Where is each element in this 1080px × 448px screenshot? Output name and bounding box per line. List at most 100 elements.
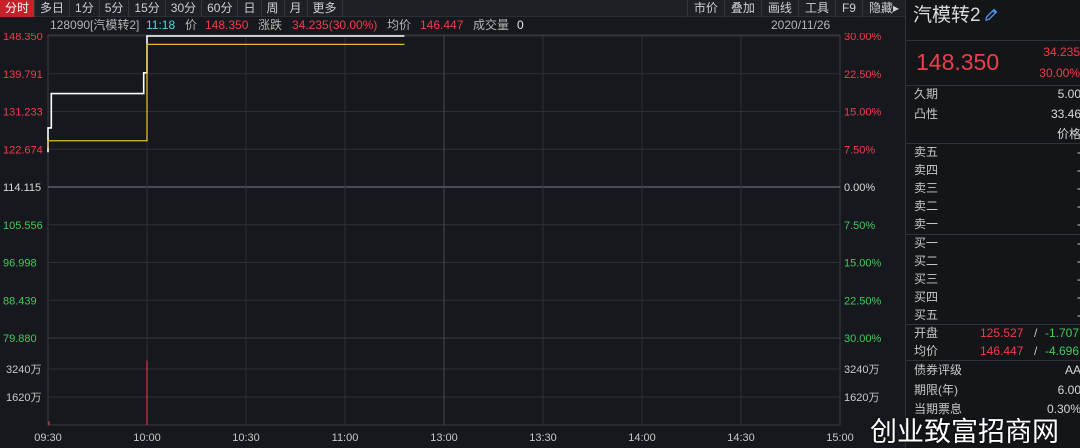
price-label: 价 xyxy=(185,18,198,32)
price-tick-label: 79.880 xyxy=(3,333,37,345)
volume-tick-label: 1620万 xyxy=(844,392,879,404)
quote-info-bar: 128090[汽模转2] 11:18 价 148.350 涨跌 34.235(3… xyxy=(0,17,905,33)
price-tick-label: 114.115 xyxy=(3,182,41,194)
tab-multi-day[interactable]: 多日 xyxy=(35,0,71,17)
ask-row-2[interactable]: 卖二- xyxy=(906,198,1080,215)
open-price: 125.527 xyxy=(980,326,1024,340)
open-separator: / xyxy=(1034,326,1038,340)
time-tick-label: 10:00 xyxy=(133,432,161,444)
ask-row-5[interactable]: 卖五- xyxy=(906,144,1080,161)
bid-row-4[interactable]: 买四- xyxy=(906,289,1080,306)
time-tick-label: 09:30 xyxy=(34,432,62,444)
price-tick-label: 105.556 xyxy=(3,220,43,232)
ask-label: 卖二 xyxy=(914,199,939,213)
last-price: 148.350 xyxy=(916,49,1000,75)
tab-day[interactable]: 日 xyxy=(238,0,262,17)
price-value: 148.350 xyxy=(205,18,249,32)
chart-toolbar: 市价 叠加 画线 工具 F9 隐藏▸ xyxy=(686,0,905,17)
avg-row: 均价 146.447 / -4.696 xyxy=(906,343,1080,360)
pencil-icon[interactable] xyxy=(983,7,999,29)
pct-tick-label: 22.50% xyxy=(844,295,882,307)
order-book-header: 价格 xyxy=(906,126,1080,143)
time-tick-label: 13:30 xyxy=(529,432,557,444)
bid-label: 买五 xyxy=(914,308,939,322)
bid-row-1[interactable]: 买一- xyxy=(906,235,1080,252)
tab-5min[interactable]: 5分 xyxy=(100,0,130,17)
time-tick-label: 13:00 xyxy=(430,432,458,444)
quote-time: 11:18 xyxy=(146,18,176,32)
stat-row-rating: 债券评级 AA xyxy=(906,362,1080,379)
tab-15min[interactable]: 15分 xyxy=(129,0,166,17)
tab-week[interactable]: 周 xyxy=(262,0,285,17)
security-title: 汽模转2 xyxy=(913,0,999,29)
intraday-chart[interactable]: 148.350 139.791 131.233 122.674 114.115 105.5… xyxy=(0,33,905,448)
volume-tick-label: 3240万 xyxy=(844,364,879,376)
tab-1min[interactable]: 1分 xyxy=(70,0,100,17)
stat-label: 凸性 xyxy=(914,107,939,121)
price-tick-label: 88.439 xyxy=(3,295,37,307)
stat-label: 久期 xyxy=(914,87,939,101)
tab-60min[interactable]: 60分 xyxy=(202,0,239,17)
market-price-button[interactable]: 市价 xyxy=(686,0,724,17)
tab-more[interactable]: 更多 xyxy=(308,0,343,17)
ask-row-3[interactable]: 卖三- xyxy=(906,180,1080,197)
quote-date: 2020/11/26 xyxy=(771,18,831,32)
change-absolute: 34.235 xyxy=(1043,45,1080,59)
ask-row-1[interactable]: 卖一- xyxy=(906,216,1080,233)
stat-row-term: 期限(年) 6.00 xyxy=(906,382,1080,399)
volume-tick-label: 1620万 xyxy=(6,392,41,404)
pct-tick-label: 15.00% xyxy=(844,107,882,119)
change-percent: 30.00% xyxy=(1039,66,1080,80)
change-value: 34.235(30.00%) xyxy=(292,18,378,32)
security-name: 汽模转2 xyxy=(913,5,981,26)
price-tick-label: 139.791 xyxy=(3,69,43,81)
tab-30min[interactable]: 30分 xyxy=(166,0,203,17)
stat-value: 6.00 xyxy=(1057,383,1080,397)
quote-panel: 汽模转2 148.350 34.235 30.00% 久期 5.00 凸性 33… xyxy=(905,0,1080,448)
tools-button[interactable]: 工具 xyxy=(797,0,835,17)
open-row: 开盘 125.527 / -1.707 xyxy=(906,325,1080,342)
security-code-name: 128090[汽模转2] xyxy=(50,18,140,32)
divider xyxy=(906,40,1080,41)
ask-label: 卖一 xyxy=(914,217,939,231)
draw-line-button[interactable]: 画线 xyxy=(760,0,798,17)
ask-label: 卖三 xyxy=(914,181,939,195)
stat-value: 33.46 xyxy=(1050,107,1080,121)
stat-label: 债券评级 xyxy=(914,363,963,377)
overlay-button[interactable]: 叠加 xyxy=(723,0,761,17)
time-tick-label: 10:30 xyxy=(232,432,260,444)
price-tick-label: 122.674 xyxy=(3,144,43,156)
bid-label: 买四 xyxy=(914,290,939,304)
avg-yield: -4.696 xyxy=(1045,344,1080,358)
ask-label: 卖五 xyxy=(914,145,939,159)
volume-value: 0 xyxy=(517,18,524,32)
ask-row-4[interactable]: 卖四- xyxy=(906,162,1080,179)
volume-label: 成交量 xyxy=(473,18,510,32)
watermark: 创业致富招商网 xyxy=(870,417,1059,448)
tab-intraday[interactable]: 分时 xyxy=(0,0,36,17)
tab-month[interactable]: 月 xyxy=(285,0,308,17)
pct-tick-label: 0.00% xyxy=(844,182,875,194)
avg-separator: / xyxy=(1034,344,1038,358)
bid-label: 买三 xyxy=(914,272,939,286)
pct-tick-label: 30.00% xyxy=(844,33,882,43)
price-column-header: 价格 xyxy=(1056,127,1080,141)
price-tick-label: 131.233 xyxy=(3,107,43,119)
divider xyxy=(906,360,1080,361)
time-tick-label: 15:00 xyxy=(826,432,854,444)
average-line xyxy=(47,43,405,148)
avg-price-label: 均价 xyxy=(914,344,939,358)
stat-row-convexity: 凸性 33.46 xyxy=(906,106,1080,123)
stat-row-duration: 久期 5.00 xyxy=(906,86,1080,103)
bid-row-5[interactable]: 买五- xyxy=(906,307,1080,324)
pct-tick-label: 22.50% xyxy=(844,69,882,81)
bid-row-2[interactable]: 买二- xyxy=(906,253,1080,270)
stat-value: AA xyxy=(1064,363,1080,377)
f9-button[interactable]: F9 xyxy=(834,0,862,17)
price-tick-label: 96.998 xyxy=(3,258,37,270)
period-tabs: 分时 多日 1分 5分 15分 30分 60分 日 周 月 更多 市价 叠加 画… xyxy=(0,0,905,17)
bid-row-3[interactable]: 买三- xyxy=(906,271,1080,288)
change-label: 涨跌 xyxy=(258,18,283,32)
hide-button[interactable]: 隐藏▸ xyxy=(861,0,905,17)
avg-price: 146.447 xyxy=(980,344,1024,358)
